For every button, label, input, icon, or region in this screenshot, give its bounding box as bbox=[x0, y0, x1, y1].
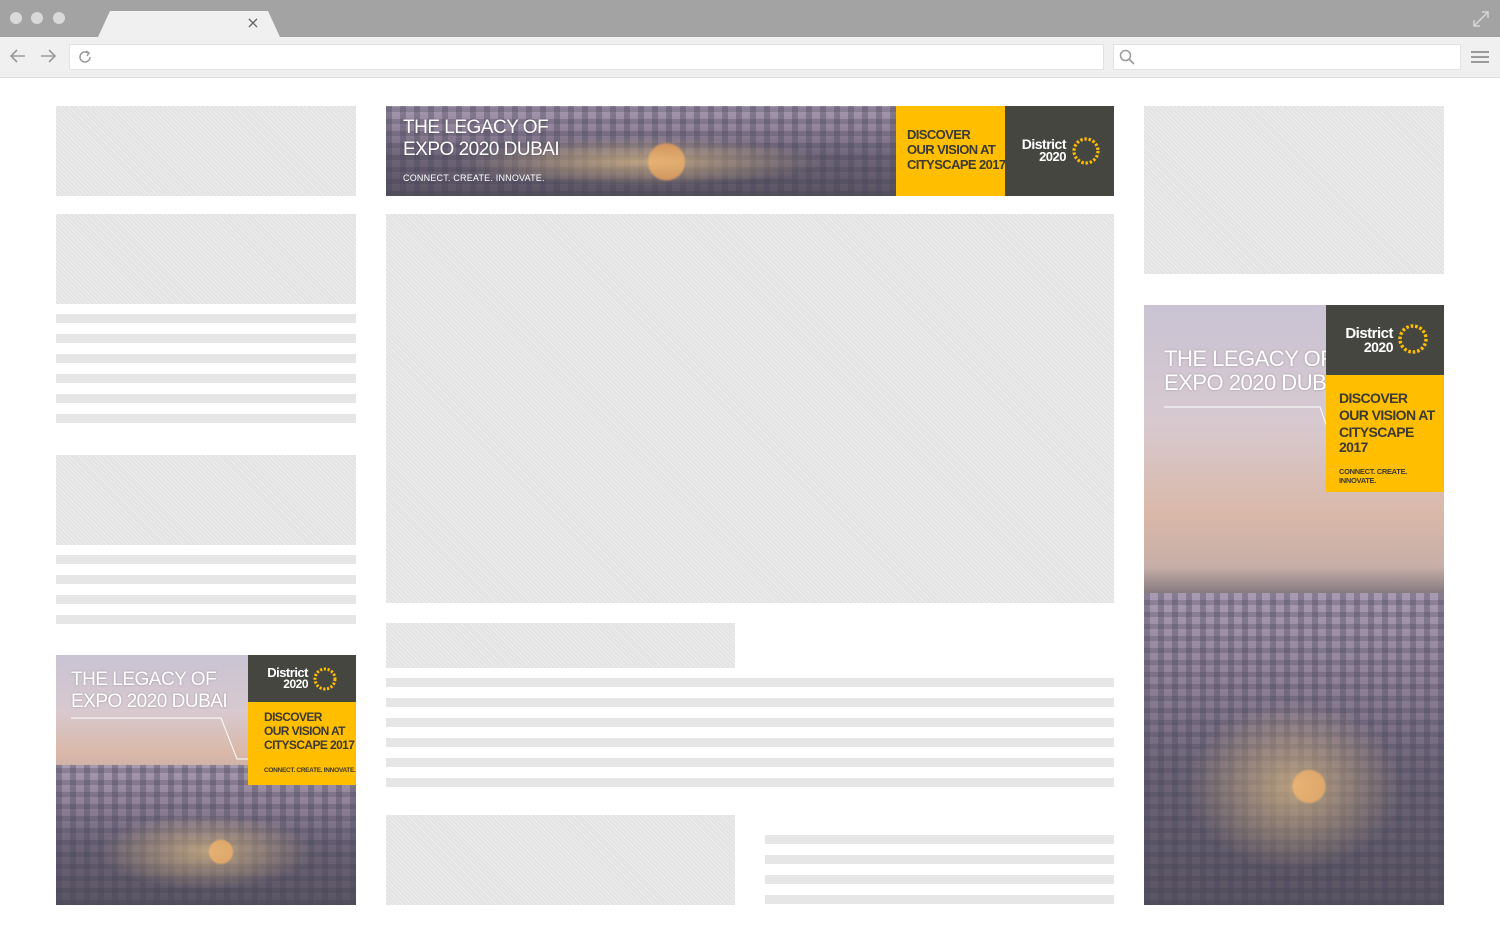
window-close-dot[interactable] bbox=[10, 12, 22, 24]
placeholder-text-line bbox=[56, 555, 356, 564]
district-2020-sun-logo-icon bbox=[1398, 324, 1428, 354]
placeholder-text-line bbox=[56, 595, 356, 604]
forward-arrow-icon[interactable] bbox=[37, 45, 59, 67]
ad-logo-line2: 2020 bbox=[1039, 149, 1066, 164]
placeholder-block bbox=[56, 214, 356, 304]
window-zoom-dot[interactable] bbox=[53, 12, 65, 24]
placeholder-block bbox=[56, 106, 356, 196]
placeholder-text-line bbox=[765, 835, 1114, 844]
placeholder-text-line bbox=[56, 615, 356, 624]
ad-headline-line2: EXPO 2020 DUBAI bbox=[71, 691, 228, 712]
reload-icon[interactable] bbox=[76, 48, 94, 66]
placeholder-text-line bbox=[386, 718, 1114, 727]
ad-cta-line1: DISCOVER bbox=[907, 127, 971, 142]
placeholder-text-line bbox=[56, 354, 356, 363]
placeholder-text-line bbox=[386, 698, 1114, 707]
ad-headline-line1: THE LEGACY OF bbox=[1164, 346, 1334, 371]
placeholder-text-line bbox=[56, 575, 356, 584]
window-minimize-dot[interactable] bbox=[31, 12, 43, 24]
placeholder-block bbox=[386, 815, 735, 905]
back-arrow-icon[interactable] bbox=[7, 45, 29, 67]
ad-headline-line2: EXPO 2020 DUBAI bbox=[1164, 370, 1347, 395]
ad-rectangle[interactable]: THE LEGACY OF EXPO 2020 DUBAI District 2… bbox=[56, 655, 356, 905]
placeholder-text-line bbox=[765, 855, 1114, 864]
ad-cta-line1: DISCOVER bbox=[1339, 390, 1408, 406]
ad-skyline bbox=[1144, 567, 1444, 595]
ad-cta-line2: OUR VISION AT bbox=[264, 724, 345, 738]
placeholder-text-line bbox=[56, 334, 356, 343]
placeholder-block bbox=[56, 455, 356, 545]
search-icon[interactable] bbox=[1118, 48, 1136, 66]
district-2020-sun-logo-icon bbox=[313, 667, 337, 691]
hamburger-menu-icon[interactable] bbox=[1470, 48, 1490, 66]
ad-tagline: CONNECT. CREATE. INNOVATE. bbox=[264, 767, 356, 774]
ad-cta-line1: DISCOVER bbox=[264, 710, 322, 724]
placeholder-text-line bbox=[386, 678, 1114, 687]
search-bar[interactable] bbox=[1113, 44, 1461, 70]
ad-tagline: CONNECT. CREATE. INNOVATE. bbox=[1339, 467, 1407, 485]
ad-cta-line3: CITYSCAPE 2017 bbox=[1339, 424, 1414, 456]
ad-headline-line1: THE LEGACY OF bbox=[403, 117, 549, 138]
ad-leaderboard[interactable]: THE LEGACY OF EXPO 2020 DUBAI CONNECT. C… bbox=[386, 106, 1114, 196]
placeholder-text-line bbox=[765, 875, 1114, 884]
ad-aerial-photo bbox=[56, 765, 356, 905]
ad-headline-line2: EXPO 2020 DUBAI bbox=[403, 139, 560, 160]
placeholder-text-line bbox=[386, 738, 1114, 747]
ad-cta-line3: CITYSCAPE 2017 bbox=[907, 157, 1006, 172]
placeholder-text-line bbox=[386, 778, 1114, 787]
placeholder-text-line bbox=[56, 394, 356, 403]
placeholder-heading bbox=[386, 623, 735, 668]
address-bar[interactable] bbox=[69, 44, 1104, 70]
ad-headline-line1: THE LEGACY OF bbox=[71, 669, 217, 690]
placeholder-text-line bbox=[56, 314, 356, 323]
ad-cta-line3: CITYSCAPE 2017 bbox=[264, 738, 355, 752]
ad-tagline: CONNECT. CREATE. INNOVATE. bbox=[403, 173, 545, 183]
placeholder-block bbox=[1144, 106, 1444, 274]
tab-close-icon[interactable]: × bbox=[243, 12, 263, 34]
placeholder-text-line bbox=[386, 758, 1114, 767]
ad-cta-line2: OUR VISION AT bbox=[907, 142, 996, 157]
ad-logo-line2: 2020 bbox=[1363, 339, 1394, 355]
ad-logo-line2: 2020 bbox=[283, 677, 308, 691]
placeholder-text-line bbox=[56, 414, 356, 423]
placeholder-hero-image bbox=[386, 214, 1114, 603]
ad-aerial-photo bbox=[1144, 593, 1444, 905]
district-2020-sun-logo-icon bbox=[1072, 137, 1100, 165]
ad-skyscraper[interactable]: THE LEGACY OF EXPO 2020 DUBAI District 2… bbox=[1144, 305, 1444, 905]
expand-icon[interactable] bbox=[1470, 8, 1492, 30]
placeholder-text-line bbox=[765, 895, 1114, 904]
ad-cta-line2: OUR VISION AT bbox=[1339, 407, 1435, 423]
placeholder-text-line bbox=[56, 374, 356, 383]
